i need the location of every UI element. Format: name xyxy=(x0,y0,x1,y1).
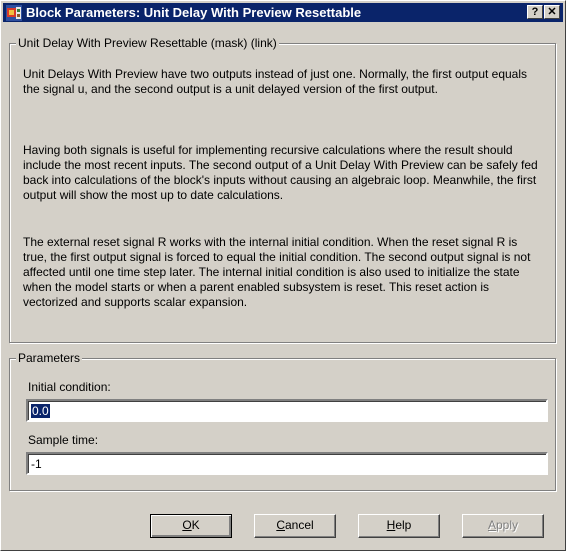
description-paragraph-2: Having both signals is useful for implem… xyxy=(23,143,538,202)
help-question-icon[interactable]: ? xyxy=(527,5,543,19)
description-group: Unit Delay With Preview Resettable (mask… xyxy=(9,36,556,343)
parameters-group-title: Parameters xyxy=(16,351,83,366)
close-icon[interactable]: ✕ xyxy=(544,5,560,19)
help-label-rest: elp xyxy=(395,518,412,532)
sample-time-value: -1 xyxy=(31,457,42,471)
initial-condition-value: 0.0 xyxy=(31,404,50,418)
initial-condition-input[interactable]: 0.0 xyxy=(26,399,548,422)
cancel-mnemonic: C xyxy=(276,518,285,532)
apply-mnemonic: A xyxy=(487,518,496,532)
block-parameters-dialog: Block Parameters: Unit Delay With Previe… xyxy=(0,0,566,551)
apply-label-rest: pply xyxy=(496,518,519,532)
simulink-block-icon xyxy=(6,5,22,21)
sample-time-input[interactable]: -1 xyxy=(26,452,548,475)
ok-mnemonic: O xyxy=(182,518,192,532)
description-group-title: Unit Delay With Preview Resettable (mask… xyxy=(16,36,279,51)
sample-time-label: Sample time: xyxy=(28,433,99,447)
cancel-button[interactable]: Cancel xyxy=(254,514,336,538)
ok-button[interactable]: OK xyxy=(150,514,232,538)
description-paragraph-3: The external reset signal R works with t… xyxy=(23,235,531,309)
window-title: Block Parameters: Unit Delay With Previe… xyxy=(26,5,362,20)
description-paragraph-1: Unit Delays With Preview have two output… xyxy=(23,67,528,96)
title-bar[interactable]: Block Parameters: Unit Delay With Previe… xyxy=(3,3,563,22)
ok-label-rest: K xyxy=(191,518,200,532)
apply-button[interactable]: Apply xyxy=(462,514,544,538)
help-button[interactable]: Help xyxy=(358,514,440,538)
cancel-label-rest: ancel xyxy=(284,518,314,532)
initial-condition-label: Initial condition: xyxy=(28,380,111,394)
